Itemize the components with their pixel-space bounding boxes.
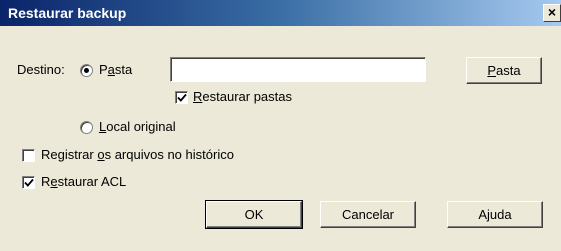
folder-radio-label[interactable]: Pasta xyxy=(99,62,132,78)
log-files-label[interactable]: Registrar os arquivos no histórico xyxy=(41,147,234,163)
original-location-radio[interactable] xyxy=(80,121,93,134)
restore-backup-dialog: Restaurar backup × Destino: Pasta Pasta … xyxy=(0,0,561,251)
restore-acl-label[interactable]: Restaurar ACL xyxy=(41,174,126,190)
ok-button[interactable]: OK xyxy=(205,200,303,229)
destination-label: Destino: xyxy=(17,62,65,77)
dialog-title: Restaurar backup xyxy=(8,5,127,21)
log-files-checkbox[interactable] xyxy=(22,149,35,162)
close-button[interactable]: × xyxy=(543,4,561,22)
cancel-button[interactable]: Cancelar xyxy=(320,201,416,228)
folder-path-input[interactable] xyxy=(170,57,426,82)
restore-folders-checkbox[interactable] xyxy=(175,91,188,104)
restore-folders-label[interactable]: Restaurar pastas xyxy=(193,89,292,105)
checkmark-icon xyxy=(177,93,187,102)
folder-radio[interactable] xyxy=(80,64,93,77)
radio-selected-dot xyxy=(84,68,89,73)
original-location-label[interactable]: Local original xyxy=(99,119,176,135)
title-bar: Restaurar backup × xyxy=(0,0,561,26)
close-icon: × xyxy=(547,4,557,20)
checkmark-icon xyxy=(24,178,34,187)
browse-folder-button[interactable]: Pasta xyxy=(466,57,542,84)
restore-acl-checkbox[interactable] xyxy=(22,176,35,189)
help-button[interactable]: Ajuda xyxy=(447,201,543,228)
